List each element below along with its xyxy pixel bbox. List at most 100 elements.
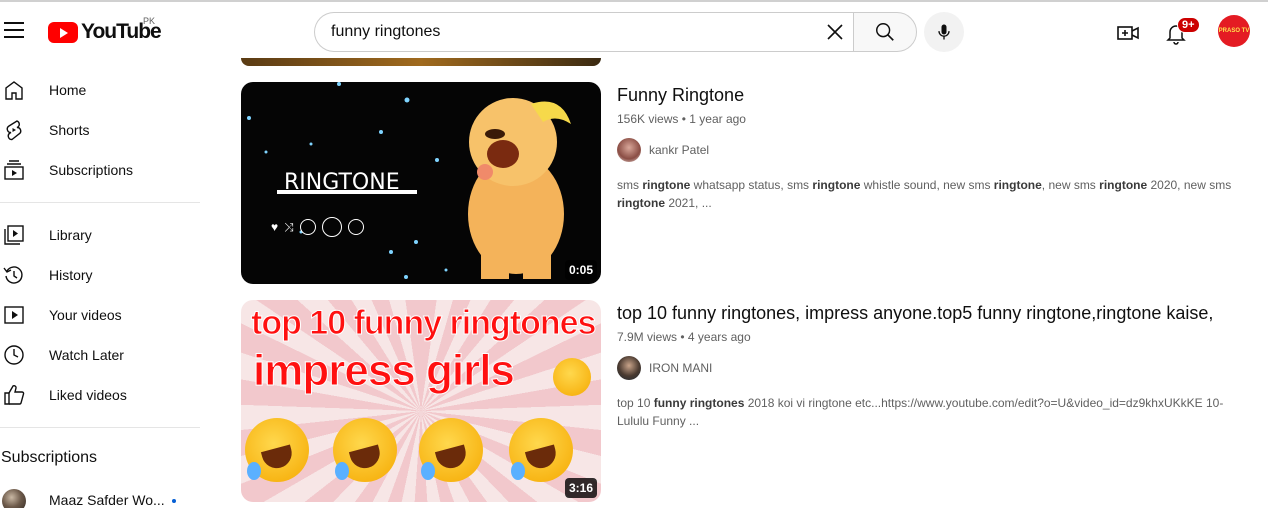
search-button[interactable] (853, 12, 917, 52)
sidebar-item-label: Subscriptions (49, 162, 134, 178)
sidebar-item-label: Shorts (49, 122, 90, 138)
library-icon (4, 225, 24, 245)
guide-menu-icon[interactable] (4, 22, 24, 38)
description-text: sms (617, 178, 643, 192)
sidebar-item-label: History (49, 267, 93, 283)
sidebar-item-liked-videos[interactable]: Liked videos (0, 375, 210, 415)
sidebar-divider (0, 202, 200, 203)
channel-avatar (617, 138, 641, 162)
previous-result-thumbnail[interactable] (241, 58, 601, 66)
view-count: 156K views (617, 112, 679, 126)
video-metadata: 156K views • 1 year ago (617, 112, 1237, 126)
history-icon (3, 266, 23, 284)
video-description: top 10 funny ringtones 2018 koi vi ringt… (617, 394, 1237, 430)
pause-icon (321, 217, 342, 237)
video-info: Funny Ringtone 156K views • 1 year ago k… (617, 82, 1237, 212)
heart-icon: ♥ (271, 220, 279, 234)
video-metadata: 7.9M views • 4 years ago (617, 330, 1237, 344)
channel-link[interactable]: IRON MANI (617, 356, 1237, 380)
description-text: whatsapp status, sms (690, 178, 813, 192)
sidebar-item-label: Library (49, 227, 92, 243)
meta-separator: • (681, 112, 686, 126)
your-videos-icon (4, 306, 24, 324)
search-box (314, 12, 853, 52)
upload-age: 1 year ago (689, 112, 746, 126)
video-title[interactable]: top 10 funny ringtones, impress anyone.t… (617, 300, 1237, 326)
subscription-channel-item[interactable]: Maaz Safder Wo... (0, 480, 210, 508)
sidebar-item-home[interactable]: Home (0, 70, 210, 110)
video-description: sms ringtone whatsapp status, sms ringto… (617, 176, 1237, 212)
search-icon (876, 23, 894, 41)
voice-search-button[interactable] (924, 12, 964, 52)
laughing-emoji (419, 418, 483, 482)
subscriptions-icon (4, 160, 24, 180)
video-thumbnail[interactable]: RINGTONE ♥ ⤨ 0:05 (241, 82, 601, 284)
account-avatar[interactable]: PRASO TV (1218, 15, 1250, 47)
meta-separator: • (680, 330, 685, 344)
clear-search-icon[interactable] (823, 20, 847, 44)
channel-avatar (2, 489, 26, 508)
subscriptions-heading: Subscriptions (1, 449, 98, 466)
watch-later-icon (4, 345, 24, 365)
sidebar-item-your-videos[interactable]: Your videos (0, 295, 210, 335)
channel-avatar (617, 356, 641, 380)
video-duration: 0:05 (564, 260, 597, 280)
sidebar-item-history[interactable]: History (0, 255, 210, 295)
new-content-dot (172, 499, 176, 503)
description-text: top 10 (617, 396, 654, 410)
channel-name: IRON MANI (649, 361, 713, 375)
microphone-icon (938, 24, 950, 40)
description-highlight: ringtone (1099, 178, 1148, 192)
laughing-emoji (333, 418, 397, 482)
sidebar-item-subscriptions[interactable]: Subscriptions (0, 150, 210, 190)
create-video-icon[interactable] (1116, 21, 1140, 45)
description-text: 2020, new sms (1147, 178, 1232, 192)
video-duration: 3:16 (564, 478, 597, 498)
view-count: 7.9M views (617, 330, 678, 344)
youtube-play-icon (48, 21, 78, 43)
sidebar-item-library[interactable]: Library (0, 215, 210, 255)
liked-videos-icon (4, 385, 25, 405)
thumbnail-text-line2: impress girls (253, 346, 516, 396)
next-icon (347, 219, 364, 235)
video-info: top 10 funny ringtones, impress anyone.t… (617, 300, 1237, 430)
laughing-emoji (245, 418, 309, 482)
sidebar-item-label: Watch Later (49, 347, 124, 363)
sidebar-divider (0, 427, 200, 428)
audio-waveform (277, 190, 417, 194)
sidebar-item-shorts[interactable]: Shorts (0, 110, 210, 150)
notification-count-badge: 9+ (1177, 17, 1200, 33)
description-highlight: ringtone (617, 196, 665, 210)
description-text: 2021, ... (665, 196, 712, 210)
description-text: , new sms (1041, 178, 1100, 192)
heart-eyes-emoji (553, 358, 591, 396)
description-highlight: ringtone (993, 178, 1042, 192)
description-highlight: funny ringtones (653, 396, 745, 410)
description-highlight: ringtone (812, 178, 861, 192)
laughing-emoji (509, 418, 573, 482)
sidebar-item-label: Your videos (49, 307, 122, 323)
masthead: YouTube PK 9+ PRASO TV (0, 2, 1268, 58)
video-title[interactable]: Funny Ringtone (617, 82, 1237, 108)
description-highlight: ringtone (642, 178, 691, 192)
video-thumbnail[interactable]: top 10 funny ringtones impress girls 3:1… (241, 300, 601, 502)
description-text: whistle sound, new sms (860, 178, 994, 192)
player-controls-graphic: ♥ ⤨ (271, 217, 364, 237)
cartoon-baby-graphic (468, 98, 571, 279)
channel-link[interactable]: kankr Patel (617, 138, 1237, 162)
home-icon (5, 81, 23, 100)
sidebar: Home Shorts Subscriptions Library Histor… (0, 70, 210, 508)
avatar-text: PRASO TV (1218, 28, 1250, 34)
sidebar-item-label: Liked videos (49, 387, 127, 403)
country-code: PK (143, 16, 156, 26)
search-bar (314, 12, 917, 52)
channel-name: kankr Patel (649, 143, 710, 157)
shorts-icon (6, 120, 22, 141)
sidebar-item-label: Home (49, 82, 87, 98)
previous-icon (299, 219, 316, 235)
shuffle-icon: ⤨ (284, 219, 294, 234)
subscription-channel-name: Maaz Safder Wo... (49, 492, 165, 508)
search-input[interactable] (331, 23, 811, 41)
sidebar-item-watch-later[interactable]: Watch Later (0, 335, 210, 375)
upload-age: 4 years ago (687, 330, 751, 344)
